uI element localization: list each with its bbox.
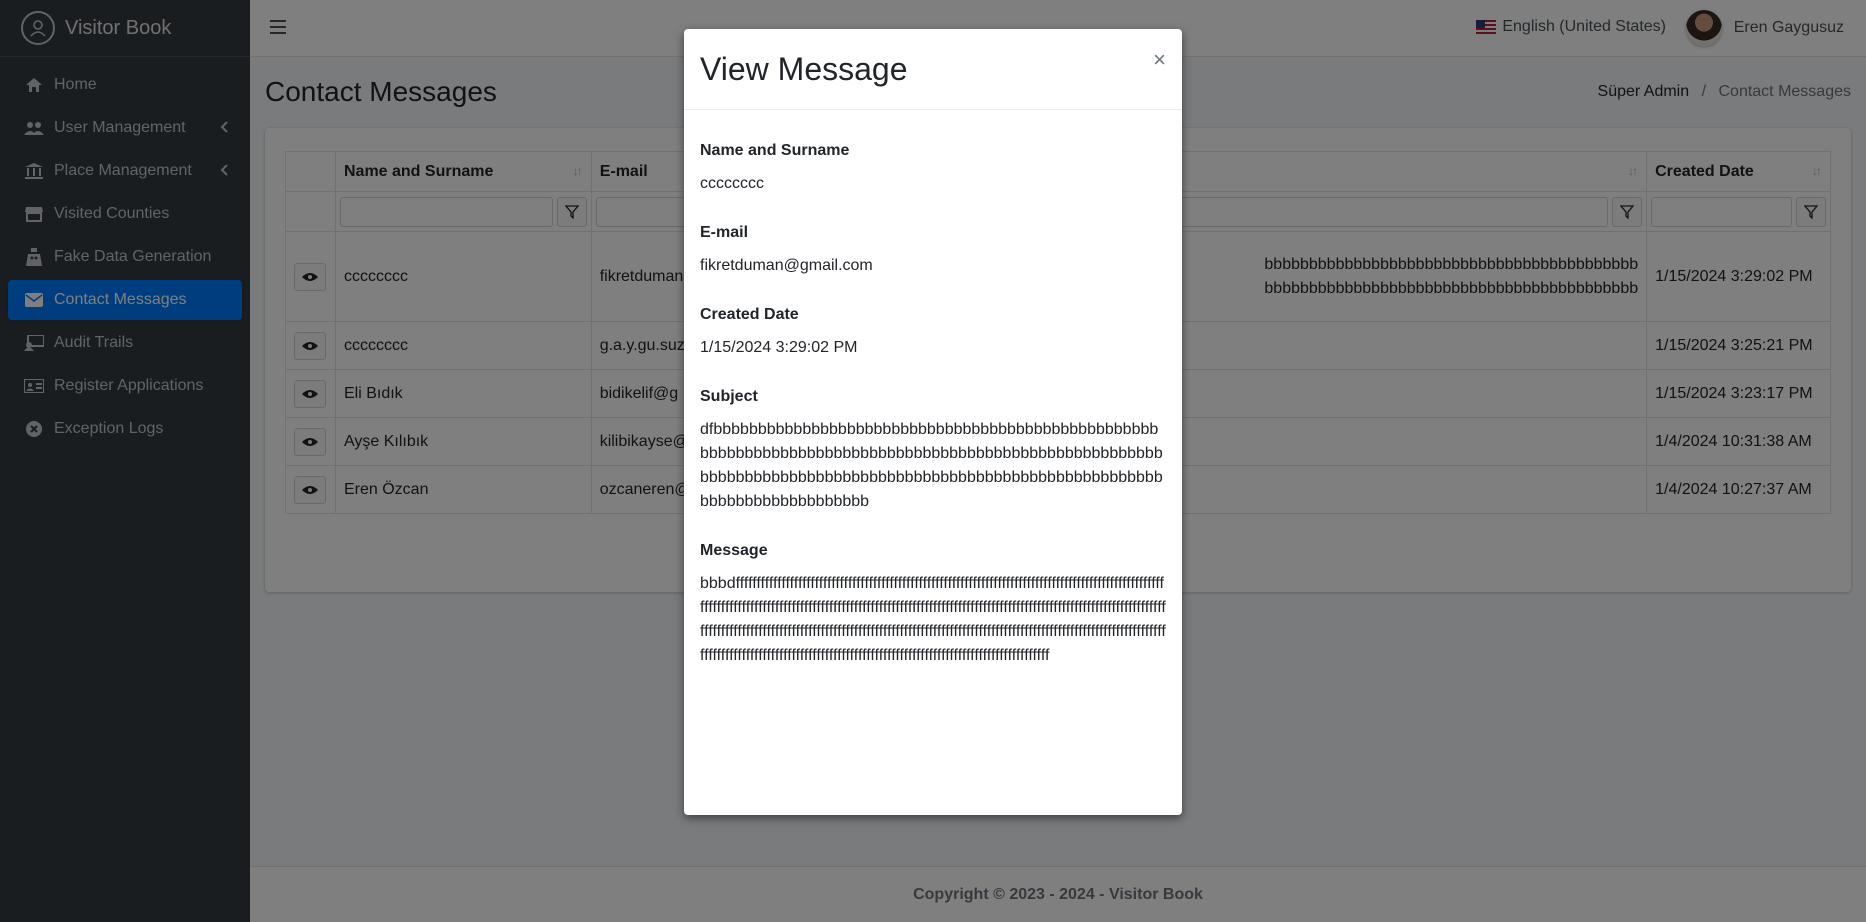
- field-label: Subject: [700, 388, 758, 405]
- created-date-field: Created Date 1/15/2024 3:29:02 PM: [700, 306, 1166, 360]
- message-field: Message bbbdffffffffffffffffffffffffffff…: [700, 542, 1166, 668]
- close-icon[interactable]: ×: [1153, 47, 1166, 73]
- view-message-modal: View Message × Name and Surname cccccccc…: [684, 29, 1182, 815]
- field-value: bbbdffffffffffffffffffffffffffffffffffff…: [700, 575, 1166, 664]
- modal-title: View Message: [700, 50, 908, 87]
- field-label: Message: [700, 542, 768, 559]
- field-label: Created Date: [700, 306, 799, 323]
- field-value: cccccccc: [700, 175, 764, 192]
- field-label: E-mail: [700, 224, 749, 241]
- subject-field: Subject dfbbbbbbbbbbbbbbbbbbbbbbbbbbbbbb…: [700, 388, 1166, 514]
- modal-header: View Message ×: [684, 29, 1182, 110]
- field-value: fikretduman@gmail.com: [700, 257, 873, 274]
- field-value: 1/15/2024 3:29:02 PM: [700, 339, 858, 356]
- field-label: Name and Surname: [700, 142, 850, 159]
- email-field: E-mail fikretduman@gmail.com: [700, 224, 1166, 278]
- field-value: dfbbbbbbbbbbbbbbbbbbbbbbbbbbbbbbbbbbbbbb…: [700, 421, 1163, 510]
- modal-body: Name and Surname cccccccc E-mail fikretd…: [684, 110, 1182, 716]
- name-field: Name and Surname cccccccc: [700, 142, 1166, 196]
